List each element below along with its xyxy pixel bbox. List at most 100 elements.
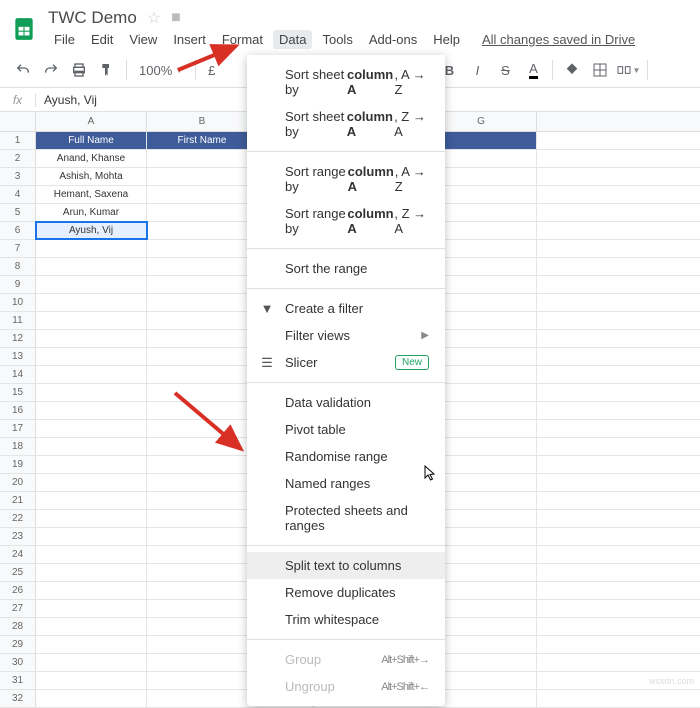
- cell[interactable]: [36, 654, 147, 671]
- cell[interactable]: Ashish, Mohta: [36, 168, 147, 185]
- cell[interactable]: [147, 222, 258, 239]
- row-number[interactable]: 2: [0, 150, 36, 167]
- cell[interactable]: [147, 600, 258, 617]
- cell[interactable]: [36, 330, 147, 347]
- cell[interactable]: [36, 384, 147, 401]
- cell[interactable]: [147, 546, 258, 563]
- cell[interactable]: [36, 258, 147, 275]
- folder-icon[interactable]: ■: [171, 9, 181, 27]
- row-number[interactable]: 17: [0, 420, 36, 437]
- cell[interactable]: [36, 240, 147, 257]
- menu-create-filter[interactable]: ▼Create a filter: [247, 295, 445, 322]
- cell[interactable]: [147, 204, 258, 221]
- menu-named-ranges[interactable]: Named ranges: [247, 470, 445, 497]
- print-button[interactable]: [66, 57, 92, 83]
- cell[interactable]: [36, 690, 147, 707]
- cell[interactable]: [147, 366, 258, 383]
- row-number[interactable]: 20: [0, 474, 36, 491]
- row-number[interactable]: 10: [0, 294, 36, 311]
- row-number[interactable]: 12: [0, 330, 36, 347]
- row-number[interactable]: 7: [0, 240, 36, 257]
- menu-data-validation[interactable]: Data validation: [247, 389, 445, 416]
- cell[interactable]: [36, 618, 147, 635]
- cell[interactable]: [36, 636, 147, 653]
- row-number[interactable]: 8: [0, 258, 36, 275]
- row-number[interactable]: 9: [0, 276, 36, 293]
- cell[interactable]: [36, 366, 147, 383]
- menu-pivot-table[interactable]: Pivot table: [247, 416, 445, 443]
- cell[interactable]: [36, 294, 147, 311]
- menu-data[interactable]: Data: [273, 30, 312, 49]
- italic-button[interactable]: I: [464, 57, 490, 83]
- row-number[interactable]: 1: [0, 132, 36, 149]
- menu-group[interactable]: GroupAlt+Shift+→: [247, 646, 445, 673]
- redo-button[interactable]: [38, 57, 64, 83]
- col-header-b[interactable]: B: [147, 112, 258, 131]
- row-number[interactable]: 31: [0, 672, 36, 689]
- row-number[interactable]: 15: [0, 384, 36, 401]
- cell[interactable]: [147, 654, 258, 671]
- row-number[interactable]: 11: [0, 312, 36, 329]
- cell[interactable]: [36, 402, 147, 419]
- select-all-corner[interactable]: [0, 112, 36, 131]
- menu-view[interactable]: View: [123, 30, 163, 49]
- text-color-button[interactable]: A: [520, 57, 546, 83]
- menu-filter-views[interactable]: Filter views▶: [247, 322, 445, 349]
- row-number[interactable]: 3: [0, 168, 36, 185]
- star-icon[interactable]: ☆: [147, 8, 161, 28]
- cell[interactable]: First Name: [147, 132, 258, 149]
- cell[interactable]: [147, 690, 258, 707]
- cell[interactable]: [36, 510, 147, 527]
- cell[interactable]: [147, 330, 258, 347]
- fill-color-button[interactable]: [559, 57, 585, 83]
- row-number[interactable]: 29: [0, 636, 36, 653]
- menu-sort-sheet-az[interactable]: Sort sheet by column A, A → Z: [247, 61, 445, 103]
- cell[interactable]: [147, 276, 258, 293]
- document-title[interactable]: TWC Demo: [48, 8, 137, 28]
- cell[interactable]: [147, 672, 258, 689]
- cell[interactable]: [147, 348, 258, 365]
- cell[interactable]: [147, 240, 258, 257]
- row-number[interactable]: 18: [0, 438, 36, 455]
- undo-button[interactable]: [10, 57, 36, 83]
- menu-file[interactable]: File: [48, 30, 81, 49]
- cell[interactable]: [147, 582, 258, 599]
- menu-sort-range-za[interactable]: Sort range by column A, Z → A: [247, 200, 445, 242]
- cell[interactable]: Anand, Khanse: [36, 150, 147, 167]
- merge-button[interactable]: ▼: [615, 57, 641, 83]
- cell[interactable]: [36, 492, 147, 509]
- menu-sort-sheet-za[interactable]: Sort sheet by column A, Z → A: [247, 103, 445, 145]
- cell[interactable]: [147, 312, 258, 329]
- cell[interactable]: [36, 582, 147, 599]
- cell[interactable]: [36, 672, 147, 689]
- cell[interactable]: Arun, Kumar: [36, 204, 147, 221]
- col-header-a[interactable]: A: [36, 112, 147, 131]
- row-number[interactable]: 32: [0, 690, 36, 707]
- row-number[interactable]: 21: [0, 492, 36, 509]
- row-number[interactable]: 28: [0, 618, 36, 635]
- row-number[interactable]: 14: [0, 366, 36, 383]
- formula-input[interactable]: Ayush, Vij: [36, 93, 105, 107]
- row-number[interactable]: 30: [0, 654, 36, 671]
- row-number[interactable]: 26: [0, 582, 36, 599]
- menu-split-text[interactable]: Split text to columns: [247, 552, 445, 579]
- row-number[interactable]: 22: [0, 510, 36, 527]
- menu-addons[interactable]: Add-ons: [363, 30, 423, 49]
- cell[interactable]: [36, 438, 147, 455]
- borders-button[interactable]: [587, 57, 613, 83]
- cell[interactable]: [147, 474, 258, 491]
- row-number[interactable]: 6: [0, 222, 36, 239]
- menu-edit[interactable]: Edit: [85, 30, 119, 49]
- save-status[interactable]: All changes saved in Drive: [482, 32, 635, 47]
- cell[interactable]: [36, 420, 147, 437]
- strikethrough-button[interactable]: S: [492, 57, 518, 83]
- row-number[interactable]: 4: [0, 186, 36, 203]
- row-number[interactable]: 16: [0, 402, 36, 419]
- cell[interactable]: [36, 600, 147, 617]
- row-number[interactable]: 19: [0, 456, 36, 473]
- cell[interactable]: Ayush, Vij: [36, 222, 147, 239]
- cell[interactable]: [147, 618, 258, 635]
- cell[interactable]: Full Name: [36, 132, 147, 149]
- menu-protected[interactable]: Protected sheets and ranges: [247, 497, 445, 539]
- cell[interactable]: [36, 312, 147, 329]
